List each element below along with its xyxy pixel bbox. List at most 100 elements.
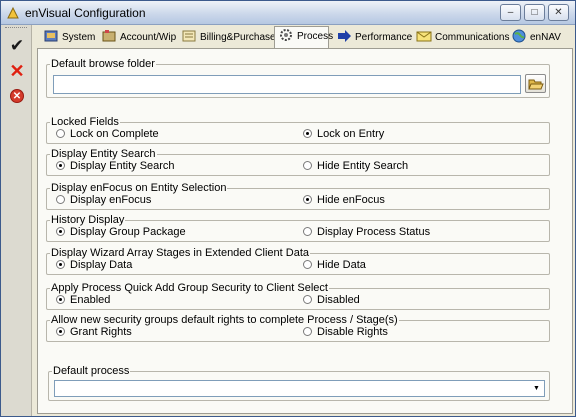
process-panel: Default browse folder Locked Fields Lock… <box>37 48 573 414</box>
radio-dot-selected <box>56 294 65 304</box>
tab-label: Billing&Purchase <box>200 32 276 43</box>
radio-label: Display Group Package <box>70 226 186 238</box>
checkmark-icon: ✔ <box>9 36 25 55</box>
group-legend: Display enFocus on Entity Selection <box>50 182 228 194</box>
disable-rights-radio[interactable]: Disable Rights <box>303 326 388 338</box>
radio-label: Display Entity Search <box>70 160 175 172</box>
toolbar-grip[interactable] <box>5 27 27 30</box>
communications-icon <box>416 31 432 42</box>
app-icon <box>7 6 19 19</box>
radio-dot-selected <box>56 259 65 269</box>
radio-label: Lock on Entry <box>317 128 385 140</box>
grant-rights-radio[interactable]: Grant Rights <box>56 326 132 338</box>
configuration-window: enVisual Configuration – □ ✕ ✔ ✕ ✕ Syste… <box>0 0 576 417</box>
group-legend: Allow new security groups default rights… <box>50 314 399 326</box>
tab-account-wip[interactable]: Account/Wip <box>97 27 177 49</box>
open-folder-icon <box>528 79 544 90</box>
lock-on-entry-radio[interactable]: Lock on Entry <box>303 128 384 140</box>
tab-system[interactable]: System <box>39 27 97 49</box>
default-process-select[interactable]: ▼ <box>54 380 545 397</box>
tab-label: Communications <box>435 32 510 43</box>
radio-dot <box>303 294 312 304</box>
default-process-group: Default process ▼ <box>48 365 550 401</box>
browse-folder-input[interactable] <box>53 75 521 94</box>
lock-on-complete-radio[interactable]: Lock on Complete <box>56 128 159 140</box>
radio-dot <box>303 326 312 336</box>
arrow-icon <box>338 30 351 43</box>
group-legend: Display Entity Search <box>50 148 157 160</box>
default-browse-folder-group: Default browse folder <box>46 58 550 98</box>
radio-dot-selected <box>56 226 65 236</box>
close-button[interactable]: ✕ <box>548 4 569 21</box>
display-entity-search-radio[interactable]: Display Entity Search <box>56 160 175 172</box>
radio-label: Disabled <box>317 294 360 306</box>
radio-label: Enabled <box>70 294 111 306</box>
radio-dot <box>303 259 312 269</box>
tab-label: enNAV <box>530 32 561 43</box>
radio-dot-selected <box>303 128 312 138</box>
display-process-status-radio[interactable]: Display Process Status <box>303 226 430 238</box>
group-legend: Default browse folder <box>50 58 156 70</box>
display-enfocus-radio[interactable]: Display enFocus <box>56 194 151 206</box>
locked-fields-group: Locked Fields Lock on Complete Lock on E… <box>46 116 550 144</box>
hide-entity-search-radio[interactable]: Hide Entity Search <box>303 160 408 172</box>
history-display-group: History Display Display Group Package Di… <box>46 214 550 242</box>
stop-button[interactable]: ✕ <box>6 85 28 107</box>
display-entity-search-group: Display Entity Search Display Entity Sea… <box>46 148 550 176</box>
tab-label: Process <box>297 31 334 42</box>
tab-performance[interactable]: Performance <box>332 27 412 49</box>
display-data-radio[interactable]: Display Data <box>56 259 132 271</box>
wizard-array-stages-group: Display Wizard Array Stages in Extended … <box>46 247 550 275</box>
radio-label: Grant Rights <box>70 326 132 338</box>
group-legend: Display Wizard Array Stages in Extended … <box>50 247 311 259</box>
radio-dot <box>56 128 65 138</box>
hide-data-radio[interactable]: Hide Data <box>303 259 366 271</box>
tab-billing-purchase[interactable]: Billing&Purchase <box>177 27 276 49</box>
tab-label: Performance <box>355 32 413 43</box>
radio-dot <box>303 160 312 170</box>
red-x-icon: ✕ <box>9 61 25 81</box>
minimize-button[interactable]: – <box>500 4 521 21</box>
maximize-button[interactable]: □ <box>524 4 545 21</box>
disabled-radio[interactable]: Disabled <box>303 294 360 306</box>
tab-process[interactable]: Process <box>274 26 333 50</box>
dropdown-arrow-icon[interactable]: ▼ <box>530 382 543 395</box>
radio-label: Hide Entity Search <box>317 160 409 172</box>
radio-label: Display enFocus <box>70 194 152 206</box>
group-legend: Locked Fields <box>50 116 120 128</box>
browse-folder-button[interactable] <box>525 74 546 93</box>
group-legend: Apply Process Quick Add Group Security t… <box>50 282 329 294</box>
radio-dot <box>303 226 312 236</box>
hide-enfocus-radio[interactable]: Hide enFocus <box>303 194 385 206</box>
radio-label: Display Data <box>70 259 133 271</box>
group-legend: History Display <box>50 214 126 226</box>
side-toolbar: ✔ ✕ ✕ <box>1 25 32 416</box>
maximize-icon: □ <box>531 7 538 18</box>
tab-ennav[interactable]: enNAV <box>507 27 569 49</box>
globe-icon <box>512 29 526 43</box>
cancel-button[interactable]: ✕ <box>6 60 28 82</box>
radio-label: Hide Data <box>317 259 366 271</box>
radio-label: Display Process Status <box>317 226 431 238</box>
system-icon <box>44 30 58 42</box>
stop-icon: ✕ <box>10 89 24 103</box>
radio-label: Lock on Complete <box>70 128 159 140</box>
minimize-icon: – <box>507 7 514 18</box>
tab-strip: System Account/Wip Billing&Purchase Proc… <box>37 26 575 50</box>
window-title: enVisual Configuration <box>25 6 146 20</box>
radio-dot-selected <box>56 326 65 336</box>
tab-communications[interactable]: Communications <box>412 27 512 49</box>
title-bar: enVisual Configuration – □ ✕ <box>1 1 575 25</box>
quick-add-group-security-group: Apply Process Quick Add Group Security t… <box>46 282 550 310</box>
radio-label: Hide enFocus <box>317 194 385 206</box>
enabled-radio[interactable]: Enabled <box>56 294 110 306</box>
display-group-package-radio[interactable]: Display Group Package <box>56 226 186 238</box>
gear-icon <box>280 29 292 42</box>
tab-label: System <box>62 32 96 43</box>
radio-dot <box>56 194 65 204</box>
display-enfocus-group: Display enFocus on Entity Selection Disp… <box>46 182 550 210</box>
security-groups-rights-group: Allow new security groups default rights… <box>46 314 550 342</box>
tab-label: Account/Wip <box>120 32 177 43</box>
ok-button[interactable]: ✔ <box>6 35 28 57</box>
account-icon <box>102 30 116 42</box>
